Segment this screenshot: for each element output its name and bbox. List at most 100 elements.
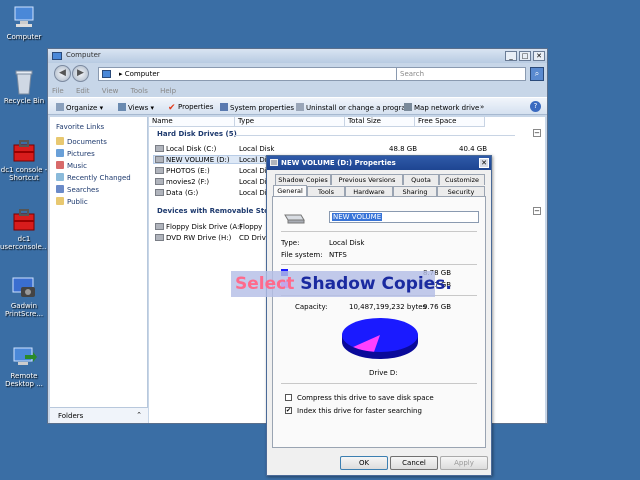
general-tab-panel: NEW VOLUME Type: Local Disk File system:… [272,196,486,448]
drive-type: Local Di [239,178,267,186]
favorite-public[interactable]: Public [56,197,88,206]
drive-row-d[interactable]: NEW VOLUME (D:) [155,156,230,164]
properties-button[interactable]: ✔ Properties [168,103,213,113]
uninstall-button[interactable]: Uninstall or change a program [296,103,413,112]
desktop-icon-label: Computer [6,33,42,41]
chevron-up-icon: ⌃ [136,411,142,419]
drive-row-f[interactable]: movies2 (F:) [155,178,209,186]
favorite-pictures[interactable]: Pictures [56,149,95,158]
organize-icon [56,103,64,111]
tab-shadow-copies[interactable]: Shadow Copies [275,174,331,185]
tutorial-caption: Select Shadow Copies. [231,271,452,297]
type-label: Type: [281,239,300,247]
desktop-icon-gadwin[interactable]: Gadwin PrintScre... [0,273,48,318]
capacity-label: Capacity: [295,303,328,311]
more-commands-button[interactable]: » [480,103,484,111]
collapse-group-button[interactable]: − [533,207,541,215]
desktop-icon-label: dc1 userconsole... [0,235,49,251]
folder-icon [56,197,64,205]
address-text: Computer [124,70,160,78]
desktop-icon-label: Remote Desktop ... [5,372,43,388]
drive-type: Local Di [239,167,267,175]
menu-view[interactable]: View [102,87,119,95]
search-input[interactable]: Search [396,67,526,81]
explorer-titlebar[interactable]: Computer _ □ ✕ [48,49,547,63]
map-drive-button[interactable]: Map network drive [404,103,479,112]
drive-type: CD Driv [239,234,266,242]
cancel-button[interactable]: Cancel [390,456,438,470]
collapse-group-button[interactable]: − [533,129,541,137]
drive-row-g[interactable]: Data (G:) [155,189,198,197]
capacity-bytes: 10,487,199,232 bytes [349,303,427,311]
column-header-total-size[interactable]: Total Size [345,117,415,127]
checkbox-mark: ✔ [286,407,292,414]
group-hard-disk-drives[interactable]: Hard Disk Drives (5) [157,130,237,138]
volume-name-input[interactable]: NEW VOLUME [329,211,479,223]
drive-row-c[interactable]: Local Disk (C:) [155,145,216,153]
tab-customize[interactable]: Customize [439,174,485,185]
system-properties-button[interactable]: System properties [220,103,294,112]
tab-previous-versions[interactable]: Previous Versions [331,174,403,185]
network-drive-icon [404,103,412,111]
tab-quota[interactable]: Quota [403,174,439,185]
recent-icon [56,173,64,181]
menu-help[interactable]: Help [160,87,176,95]
command-toolbar: Organize ▾ Views ▾ ✔ Properties System pr… [48,97,547,115]
drive-type: Local Disk [239,145,275,153]
folders-toggle[interactable]: Folders ⌃ [50,407,148,423]
favorite-searches[interactable]: Searches [56,185,99,194]
file-system-label: File system: [281,251,323,259]
search-folder-icon [56,185,64,193]
folder-icon [56,137,64,145]
desktop-icon-dc1-userconsole[interactable]: dc1 userconsole... [0,206,49,251]
drive-row-a[interactable]: Floppy Disk Drive (A:) [155,223,242,231]
drive-row-h[interactable]: DVD RW Drive (H:) [155,234,231,242]
file-system-value: NTFS [329,251,347,259]
music-icon [56,161,64,169]
folders-label: Folders [58,412,84,420]
address-input[interactable]: ▸ Computer ▾ [98,67,424,81]
help-icon[interactable]: ? [530,101,541,112]
column-header-free-space[interactable]: Free Space [415,117,485,127]
drive-row-e[interactable]: PHOTOS (E:) [155,167,210,175]
desktop-icon-remote-desktop[interactable]: Remote Desktop ... [0,343,48,388]
type-value: Local Disk [329,239,365,247]
favorite-music[interactable]: Music [56,161,87,170]
recycle-bin-icon [11,68,37,95]
compress-checkbox[interactable] [285,394,292,401]
apply-button[interactable]: Apply [440,456,488,470]
divider [281,231,477,232]
drive-free: 40.4 GB [459,145,488,153]
minimize-button[interactable]: _ [505,51,517,61]
search-icon[interactable]: ⌕ [530,67,544,81]
dialog-close-button[interactable]: ✕ [479,158,489,168]
forward-button[interactable]: ▶ [72,65,89,82]
compress-label: Compress this drive to save disk space [297,394,434,402]
remote-desktop-icon [11,343,37,369]
checkmark-icon: ✔ [168,103,176,113]
capacity-gb: 9.76 GB [423,303,452,311]
column-header-name[interactable]: Name [149,117,235,127]
close-button[interactable]: ✕ [533,51,545,61]
dialog-titlebar[interactable]: NEW VOLUME (D:) Properties ✕ [267,156,491,170]
ok-button[interactable]: OK [340,456,388,470]
caption-shadow-copies: Shadow Copies. [300,274,452,294]
column-header-type[interactable]: Type [235,117,345,127]
desktop-icon-label: dc1 console - Shortcut [0,166,48,182]
menu-file[interactable]: File [52,87,64,95]
back-button[interactable]: ◀ [54,65,71,82]
desktop-icon-dc1-console[interactable]: dc1 console - Shortcut [0,137,48,182]
desktop-icon-computer[interactable]: Computer [0,4,48,41]
floppy-drive-icon [155,223,164,230]
favorite-recently-changed[interactable]: Recently Changed [56,173,131,182]
menu-edit[interactable]: Edit [76,87,90,95]
menu-tools[interactable]: Tools [131,87,148,95]
favorite-documents[interactable]: Documents [56,137,107,146]
hard-drive-icon [155,178,164,185]
maximize-button[interactable]: □ [519,51,531,61]
desktop-icon-recycle-bin[interactable]: Recycle Bin [0,68,48,105]
index-checkbox[interactable]: ✔ [285,407,292,414]
organize-button[interactable]: Organize ▾ [56,103,103,112]
views-button[interactable]: Views ▾ [118,103,154,112]
group-removable-storage[interactable]: Devices with Removable Stora [157,207,277,215]
